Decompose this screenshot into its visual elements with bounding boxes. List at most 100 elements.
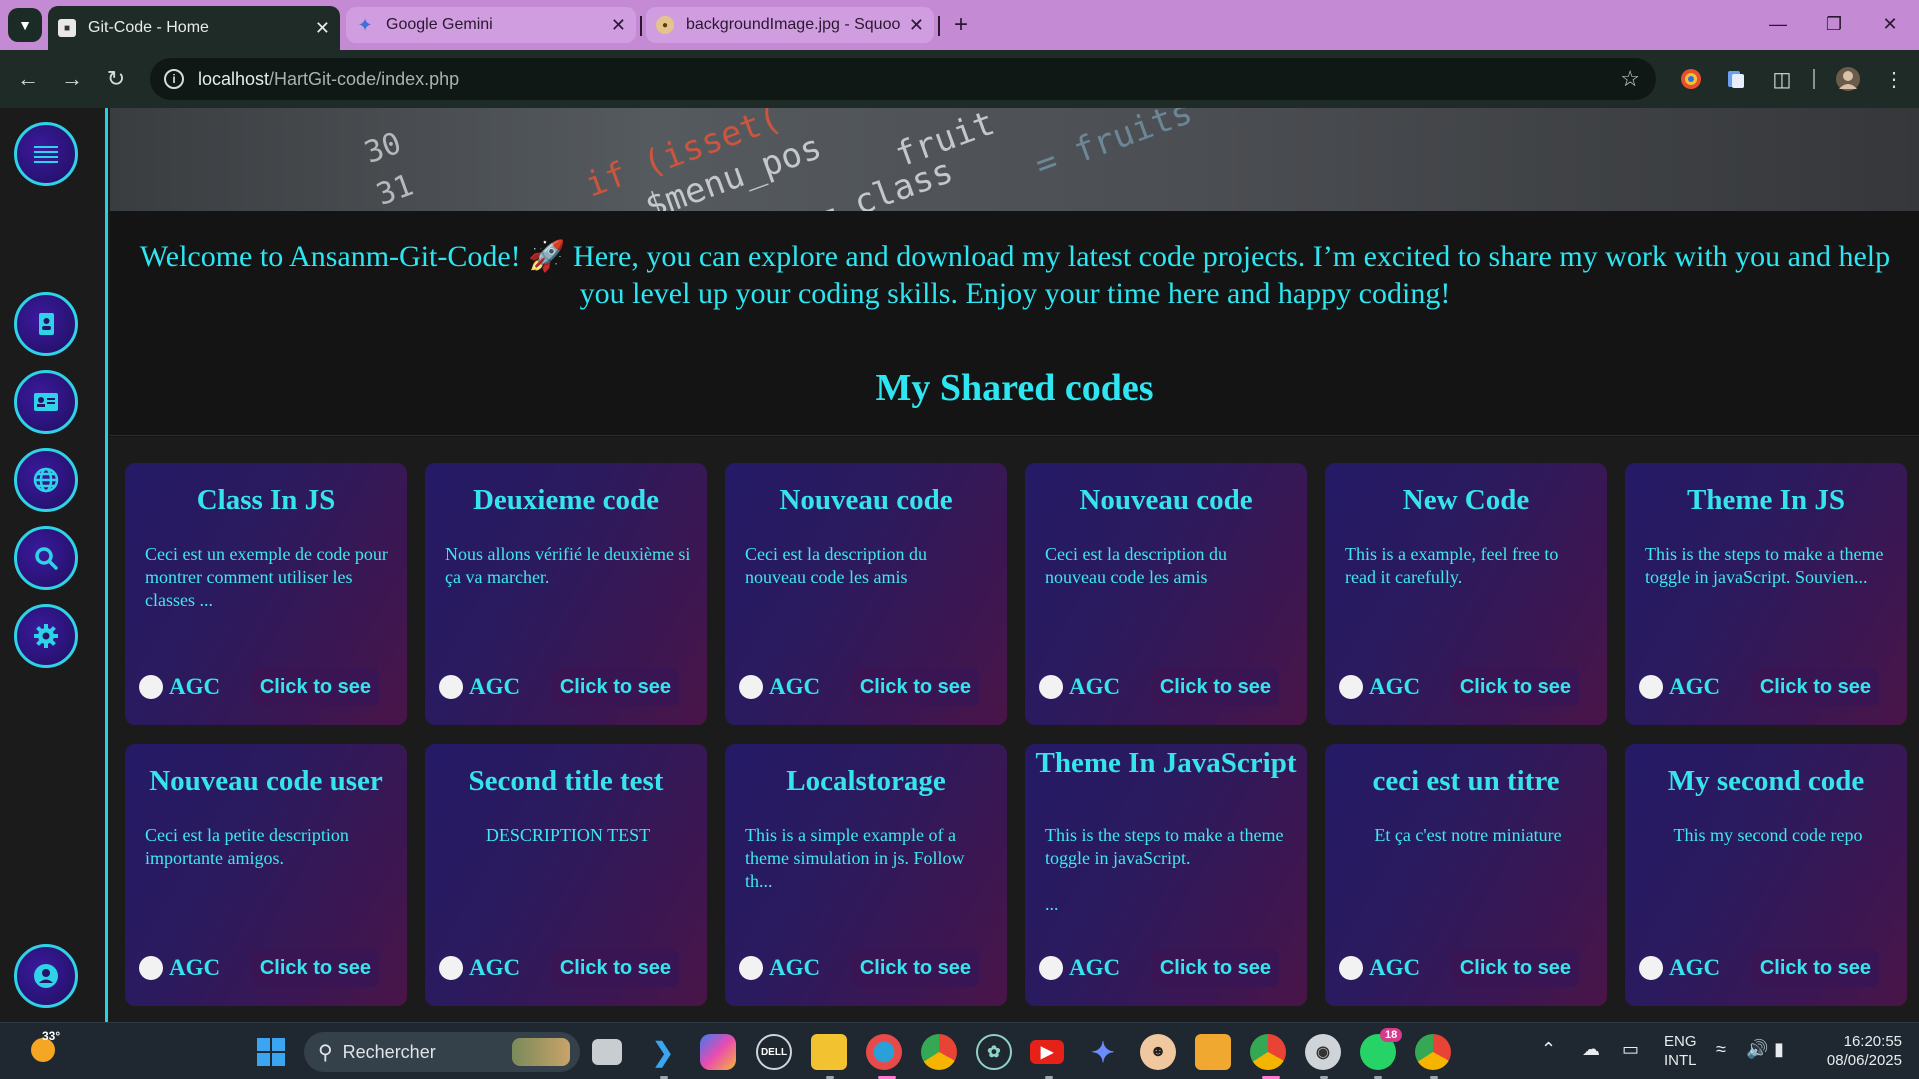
click-to-see-button[interactable]: Click to see	[1751, 668, 1879, 706]
click-to-see-button[interactable]: Click to see	[1451, 949, 1579, 987]
gemini-icon[interactable]: ✦	[1085, 1034, 1121, 1070]
extensions-puzzle-icon[interactable]: ◫	[1768, 65, 1796, 93]
card-title: Localstorage	[786, 765, 946, 797]
card-title: ceci est un titre	[1372, 765, 1560, 797]
volume-icon[interactable]: 🔊	[1746, 1039, 1768, 1060]
card-author: AGC	[769, 674, 821, 699]
profile-avatar-icon[interactable]	[1834, 65, 1862, 93]
tab-search-menu-button[interactable]: ▼	[8, 8, 42, 42]
sidebar-contacts-button[interactable]	[14, 292, 78, 356]
click-to-see-button[interactable]: Click to see	[851, 949, 979, 987]
click-to-see-button[interactable]: Click to see	[251, 949, 379, 987]
file-explorer-icon[interactable]	[811, 1034, 847, 1070]
banner-code-text: = fruits	[1030, 108, 1198, 186]
github-icon[interactable]: ◉	[1305, 1034, 1341, 1070]
squoosh-favicon-icon: ●	[656, 16, 674, 34]
back-button[interactable]: ←	[12, 63, 44, 95]
weather-widget[interactable]: 33°	[26, 1029, 60, 1067]
click-to-see-button[interactable]: Click to see	[551, 949, 679, 987]
agc-logo-icon	[739, 675, 763, 699]
clock[interactable]: 16:20:55 08/06/2025	[1816, 1032, 1902, 1070]
chrome-app-icon[interactable]	[1415, 1034, 1451, 1070]
tab-git-code-home[interactable]: ■ Git-Code - Home ✕	[48, 6, 340, 50]
url-host: localhost	[198, 68, 270, 89]
start-button[interactable]	[253, 1034, 289, 1070]
youtube-icon[interactable]: ▶	[1030, 1040, 1064, 1064]
chevron-up-icon[interactable]: ⌃	[1541, 1039, 1556, 1060]
forward-button[interactable]: →	[56, 63, 88, 95]
card-description: This is the steps to make a theme toggle…	[1645, 544, 1884, 587]
task-view-icon[interactable]	[592, 1039, 622, 1065]
click-to-see-button[interactable]: Click to see	[851, 668, 979, 706]
card-footer: AGC Click to see	[1039, 667, 1293, 707]
close-tab-icon[interactable]: ✕	[611, 15, 626, 36]
sidebar-profile-card-button[interactable]	[14, 370, 78, 434]
agc-logo-icon	[1339, 675, 1363, 699]
close-window-button[interactable]: ✕	[1870, 8, 1910, 40]
card-footer: AGC Click to see	[139, 948, 393, 988]
new-tab-button[interactable]: +	[946, 10, 976, 40]
tab-strip: ▼ ■ Git-Code - Home ✕ ✦ Google Gemini ✕ …	[0, 0, 1919, 50]
tab-google-gemini[interactable]: ✦ Google Gemini ✕	[346, 7, 636, 43]
click-to-see-button[interactable]: Click to see	[1751, 949, 1879, 987]
agc-logo-icon	[1039, 956, 1063, 980]
chrome-profile-icon[interactable]	[1250, 1034, 1286, 1070]
battery-icon[interactable]: ▮	[1774, 1039, 1784, 1060]
avatar-app-icon[interactable]: ☻	[1140, 1034, 1176, 1070]
bookmark-star-icon[interactable]: ☆	[1620, 66, 1640, 92]
close-tab-icon[interactable]: ✕	[909, 15, 924, 36]
search-icon	[35, 547, 58, 570]
card-author: AGC	[1669, 674, 1721, 699]
reload-button[interactable]: ↻	[100, 63, 132, 95]
click-to-see-button[interactable]: Click to see	[1151, 949, 1279, 987]
click-to-see-button[interactable]: Click to see	[1451, 668, 1579, 706]
menu-icon	[34, 146, 58, 163]
wifi-icon[interactable]: ≈	[1716, 1039, 1726, 1060]
address-bar[interactable]: i localhost/HartGit-code/index.php ☆	[150, 58, 1656, 100]
dell-icon[interactable]: DELL	[756, 1034, 792, 1070]
chatgpt-icon[interactable]: ✿	[976, 1034, 1012, 1070]
contact-book-icon	[39, 313, 54, 335]
close-tab-icon[interactable]: ✕	[315, 18, 330, 39]
copilot-icon[interactable]	[700, 1034, 736, 1070]
card-description: This my second code repo	[1673, 825, 1863, 845]
tab-title: Git-Code - Home	[88, 19, 209, 36]
code-card: Theme In JavaScript This is the steps to …	[1025, 744, 1307, 1006]
sidebar-account-button[interactable]	[14, 944, 78, 1008]
browser-menu-icon[interactable]: ⋮	[1880, 65, 1908, 93]
click-to-see-button[interactable]: Click to see	[551, 668, 679, 706]
vscode-icon[interactable]: ❯	[645, 1034, 681, 1070]
code-card: Theme In JS This is the steps to make a t…	[1625, 463, 1907, 725]
arrow-left-icon: ←	[17, 66, 39, 91]
browser-app-icon[interactable]	[866, 1034, 902, 1070]
click-to-see-button[interactable]: Click to see	[1151, 668, 1279, 706]
code-card: ceci est un titre Et ça c'est notre minia…	[1325, 744, 1607, 1006]
card-footer: AGC Click to see	[739, 948, 993, 988]
code-card: Deuxieme code Nous allons vérifié le deux…	[425, 463, 707, 725]
site-info-icon[interactable]: i	[164, 69, 184, 89]
code-card: Nouveau code Ceci est la description du n…	[725, 463, 1007, 725]
taskbar-search-box[interactable]: ⚲ Rechercher	[304, 1032, 580, 1072]
arrow-right-icon: →	[61, 66, 83, 91]
onedrive-icon[interactable]: ☁	[1582, 1039, 1600, 1060]
tab-squoosh[interactable]: ● backgroundImage.jpg - Squoosh ✕	[646, 7, 934, 43]
sidebar-settings-button[interactable]	[14, 604, 78, 668]
click-to-see-button[interactable]: Click to see	[251, 668, 379, 706]
microsoft-store-icon[interactable]	[1195, 1034, 1231, 1070]
windows-taskbar: 33° ⚲ Rechercher ❯ DELL ✿ ▶ ✦ ☻ ◉ 18 ⌃ ☁…	[0, 1022, 1919, 1079]
banner-code-text: 30	[360, 125, 406, 171]
chrome-icon[interactable]	[921, 1034, 957, 1070]
minimize-button[interactable]: —	[1758, 8, 1798, 40]
sidebar-menu-button[interactable]	[14, 122, 78, 186]
whatsapp-icon[interactable]: 18	[1360, 1028, 1403, 1070]
extension-docs-icon[interactable]	[1722, 65, 1750, 93]
extension-colorful-icon[interactable]	[1677, 65, 1705, 93]
card-author: AGC	[169, 955, 221, 980]
restore-button[interactable]: ❐	[1814, 8, 1854, 40]
sidebar-explore-button[interactable]	[14, 448, 78, 512]
sidebar-search-button[interactable]	[14, 526, 78, 590]
display-icon[interactable]: ▭	[1622, 1039, 1639, 1060]
language-indicator[interactable]: ENG INTL	[1664, 1032, 1697, 1070]
code-card: New Code This is a example, feel free to …	[1325, 463, 1607, 725]
restore-icon: ❐	[1825, 13, 1843, 34]
